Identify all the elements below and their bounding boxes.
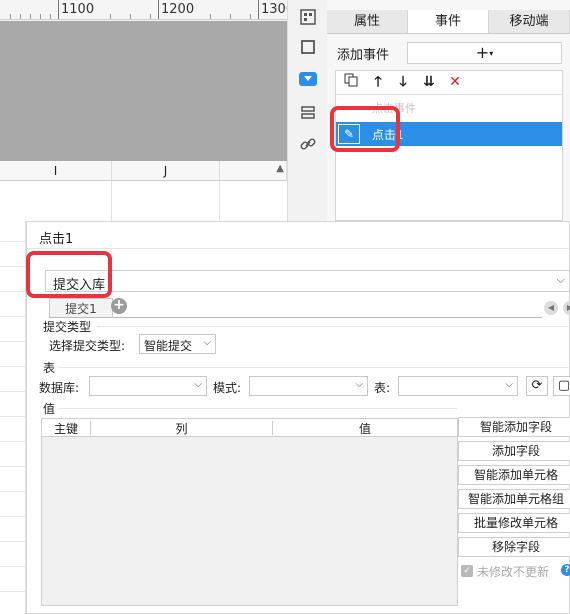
ruler-label: 1300 [261,2,287,17]
scroll-up-arrow-icon[interactable]: ▲ [276,163,284,174]
smart-add-cell-group-button[interactable]: 智能添加单元格组 [458,489,570,509]
highlight-box-action [26,251,112,298]
no-update-unmodified-label: 未修改不更新 [477,565,550,579]
chevron-down-icon: ⌵ [355,379,363,390]
add-event-button[interactable]: +▾ [407,42,562,64]
chevron-down-icon: ⌵ [556,273,565,286]
delete-icon[interactable]: ✕ [446,73,464,91]
rectangle-icon[interactable] [297,36,319,58]
section-table: 表 [43,361,56,375]
table-select[interactable]: ⌵ [398,376,518,396]
side-tool-strip [287,0,327,221]
chevron-down-icon: ⌵ [505,379,513,390]
table-header: 主键 列 值 [42,419,457,437]
chevron-down-icon: ⌵ [203,337,211,348]
design-canvas[interactable] [0,21,287,161]
horizontal-ruler: 1100 1200 1300 [0,0,287,20]
move-down-icon[interactable]: 🡓 [394,73,412,91]
column-header-j[interactable]: J [112,161,220,181]
action-type-select[interactable]: 提交入库 ⌵ [45,270,570,293]
tab-prev-icon[interactable]: ◀ [544,301,558,315]
section-submit-type: 提交类型 [43,320,92,334]
help-icon[interactable]: ? [561,564,570,576]
properties-icon[interactable] [297,6,319,28]
mode-select[interactable]: ⌵ [249,376,368,396]
add-event-label: 添加事件 [337,48,390,63]
tab-next-icon[interactable]: ▶ [563,301,570,315]
ruler-label: 1100 [61,2,95,17]
ruler-tick: 1100 [58,0,94,19]
tab-mobile[interactable]: 移动端 [489,10,570,33]
smart-add-field-button[interactable]: 智能添加字段 [458,417,570,437]
ruler-label: 1200 [161,2,195,17]
copy-icon[interactable] [342,73,360,91]
add-field-button[interactable]: 添加字段 [458,441,570,461]
dropdown-caret-icon: ▾ [489,49,494,58]
move-bottom-icon[interactable]: ⇊ [420,73,438,91]
panel-tabs: 属性 事件 移动端 [327,10,570,34]
column-header-column[interactable]: 列 [91,420,272,437]
spreadsheet-area[interactable]: I J ▲ [0,161,287,221]
move-up-icon[interactable]: 🡑 [369,73,387,91]
database-label: 数据库: [39,381,80,395]
tab-events[interactable]: 事件 [408,10,489,33]
mode-label: 模式: [213,381,242,395]
layer-icon[interactable] [297,102,319,124]
tab-submit1[interactable]: 提交1 [49,298,113,318]
ruler-tick: 1300 [258,0,287,19]
column-header-i[interactable]: I [0,161,112,181]
sheet-left-strip [0,221,26,614]
event-icon[interactable] [299,72,317,86]
submit-type-value: 智能提交 [144,339,193,353]
link-icon[interactable] [297,133,319,155]
submit-type-label: 选择提交类型: [49,339,126,353]
column-header-value[interactable]: 值 [273,420,457,437]
dialog-title: 点击1 [39,232,74,247]
add-subtab-button[interactable]: + [111,298,127,314]
ruler-tick: 1200 [158,0,194,19]
tab-properties[interactable]: 属性 [327,10,408,33]
highlight-box-event [330,106,400,152]
batch-edit-cells-button[interactable]: 批量修改单元格 [458,513,570,533]
no-update-unmodified-checkbox[interactable]: ✓ [461,565,473,577]
table-label: 表: [374,381,391,395]
event-toolbar: 🡑 🡓 ⇊ ✕ [336,71,562,95]
remove-field-button[interactable]: 移除字段 [458,537,570,557]
table-preview-icon[interactable]: ▢ [553,376,570,396]
section-value: 值 [43,402,56,416]
database-select[interactable]: ⌵ [89,376,207,396]
smart-add-cell-button[interactable]: 智能添加单元格 [458,465,570,485]
chevron-down-icon: ⌵ [194,379,202,390]
plus-icon: + [475,43,490,62]
field-mapping-table[interactable]: 主键 列 值 [41,418,458,606]
column-header-primary-key[interactable]: 主键 [42,420,90,437]
submit-type-select[interactable]: 智能提交 ⌵ [139,334,216,354]
refresh-icon[interactable]: ⟳ [526,376,548,396]
